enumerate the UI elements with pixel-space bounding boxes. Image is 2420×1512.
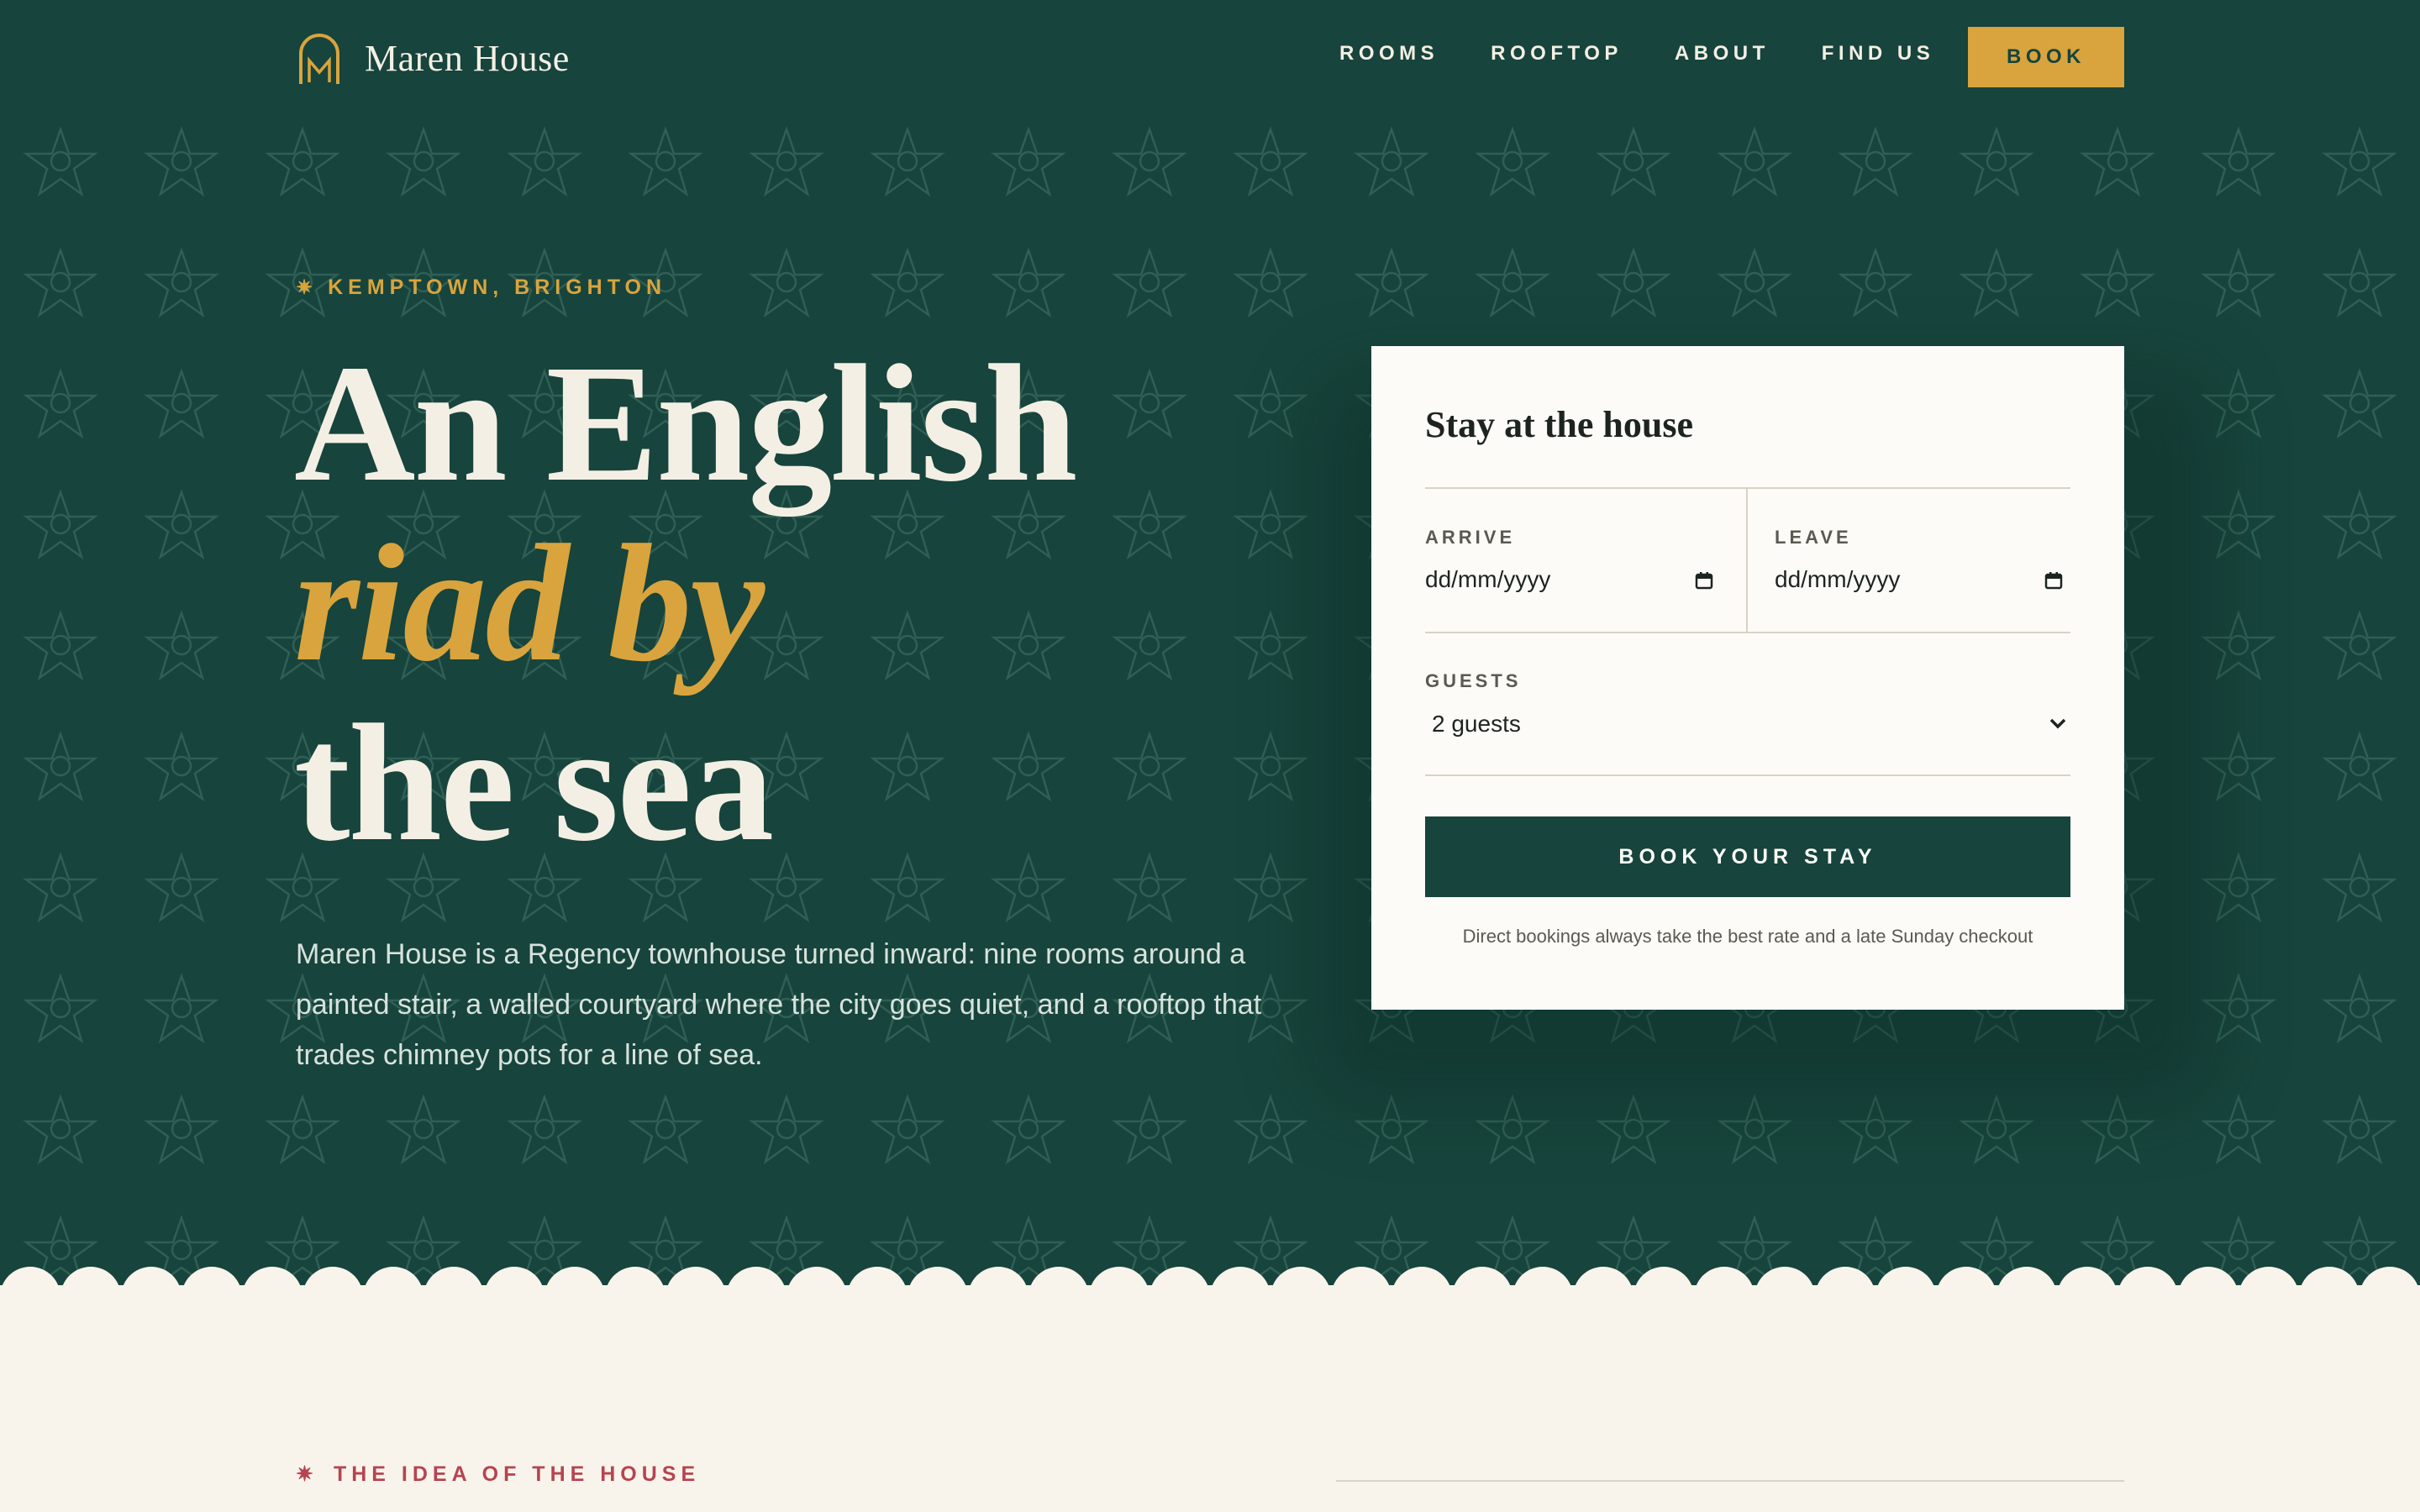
calendar-icon[interactable]	[1694, 570, 1714, 591]
divider	[1425, 632, 2070, 633]
section-divider	[1336, 1480, 2124, 1482]
divider	[1425, 487, 2070, 489]
section-eyebrow-label: THE IDEA OF THE HOUSE	[333, 1462, 701, 1486]
headline-line-1: An English	[294, 331, 1077, 517]
headline-line-2: riad by	[294, 511, 765, 696]
brand-name: Maren House	[365, 37, 570, 79]
headline-line-3: the sea	[294, 690, 774, 876]
brand-logo[interactable]: Maren House	[296, 29, 570, 87]
nav-book-button[interactable]: BOOK	[1968, 27, 2124, 87]
guests-label: GUESTS	[1425, 670, 1522, 691]
nav-link-find-us[interactable]: FIND US	[1822, 42, 1935, 66]
nav-links: ROOMS ROOFTOP ABOUT FIND US	[1339, 42, 1986, 66]
hero-section: Maren House ROOMS ROOFTOP ABOUT FIND US …	[0, 0, 2420, 1285]
section-eyebrow: ✷ THE IDEA OF THE HOUSE	[296, 1462, 700, 1487]
divider	[1425, 774, 2070, 776]
book-your-stay-button[interactable]: BOOK YOUR STAY	[1425, 816, 2070, 897]
location-eyebrow: ✷ KEMPTOWN, BRIGHTON	[296, 276, 666, 300]
nav-link-about[interactable]: ABOUT	[1675, 42, 1770, 66]
star-icon: ✷	[296, 276, 313, 299]
arch-m-icon	[299, 34, 339, 84]
arrive-date-input[interactable]: dd/mm/yyyy	[1425, 566, 1550, 593]
location-label: KEMPTOWN, BRIGHTON	[328, 276, 667, 299]
nav-link-rooms[interactable]: ROOMS	[1339, 42, 1439, 66]
booking-card: Stay at the house ARRIVE dd/mm/yyyy LEAV…	[1371, 346, 2124, 1010]
star-icon: ✷	[296, 1462, 318, 1486]
hero-description: Maren House is a Regency townhouse turne…	[296, 938, 1262, 1071]
leave-label: LEAVE	[1775, 527, 1852, 548]
arrive-label: ARRIVE	[1425, 527, 1516, 548]
leave-date-input[interactable]: dd/mm/yyyy	[1775, 566, 1900, 593]
guests-value[interactable]: 2 guests	[1432, 711, 1521, 738]
chevron-down-icon[interactable]	[2049, 717, 2067, 729]
calendar-icon[interactable]	[2044, 570, 2064, 591]
booking-note: Direct bookings always take the best rat…	[1462, 926, 2033, 947]
booking-card-title: Stay at the house	[1425, 404, 1694, 445]
scallop-divider	[0, 1267, 2420, 1300]
top-navigation: Maren House ROOMS ROOFTOP ABOUT FIND US …	[0, 0, 2420, 113]
hero-headline: An English riad by the sea	[294, 331, 1077, 876]
nav-link-rooftop[interactable]: ROOFTOP	[1491, 42, 1623, 66]
divider	[1746, 489, 1748, 633]
